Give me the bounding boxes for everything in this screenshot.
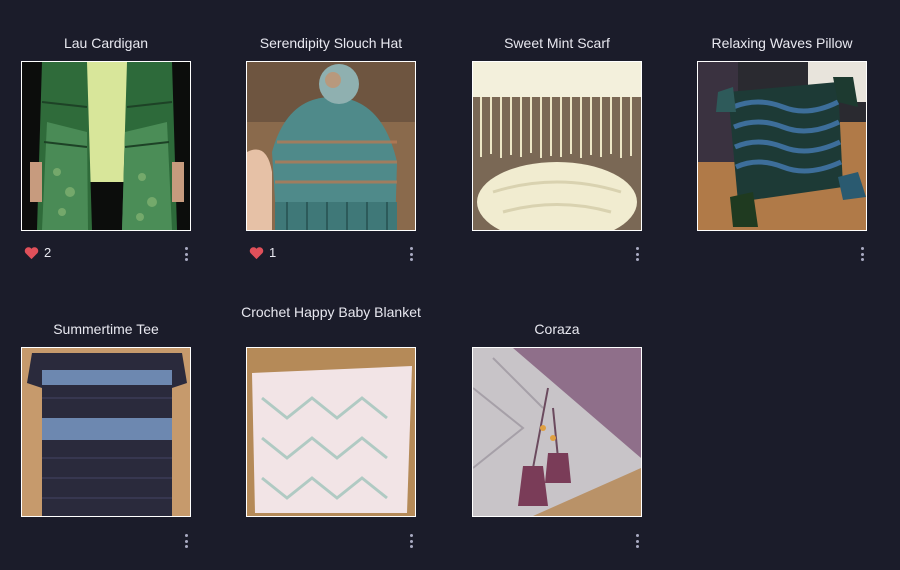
like-count: 1 (269, 245, 277, 260)
project-photo[interactable] (21, 347, 191, 517)
cardigan-image (22, 62, 190, 230)
project-title[interactable]: Relaxing Waves Pillow (677, 35, 887, 52)
project-title[interactable]: Summertime Tee (1, 321, 211, 338)
like-button[interactable]: 2 (24, 245, 51, 260)
more-vertical-icon[interactable] (406, 534, 416, 548)
project-photo[interactable] (246, 61, 416, 231)
more-vertical-icon[interactable] (406, 247, 416, 261)
more-vertical-icon[interactable] (181, 247, 191, 261)
heart-icon (249, 246, 264, 259)
hat-image (247, 62, 415, 230)
shawl-image (473, 348, 641, 516)
like-button[interactable]: 1 (249, 245, 276, 260)
project-title[interactable]: Sweet Mint Scarf (452, 35, 662, 52)
more-vertical-icon[interactable] (632, 534, 642, 548)
more-vertical-icon[interactable] (632, 247, 642, 261)
project-title[interactable]: Serendipity Slouch Hat (226, 35, 436, 52)
heart-icon (24, 246, 39, 259)
pillow-image (698, 62, 866, 230)
project-photo[interactable] (472, 347, 642, 517)
project-title[interactable]: Coraza (452, 321, 662, 338)
project-grid: Lau Cardigan 2 Serendipity Slouch Hat 1 … (0, 0, 900, 570)
blanket-image (247, 348, 415, 516)
project-title[interactable]: Lau Cardigan (1, 35, 211, 52)
more-vertical-icon[interactable] (857, 247, 867, 261)
project-photo[interactable] (697, 61, 867, 231)
project-title[interactable]: Crochet Happy Baby Blanket (226, 304, 436, 321)
like-count: 2 (44, 245, 52, 260)
project-photo[interactable] (21, 61, 191, 231)
more-vertical-icon[interactable] (181, 534, 191, 548)
project-photo[interactable] (472, 61, 642, 231)
tee-image (22, 348, 190, 516)
scarf-image (473, 62, 641, 230)
project-photo[interactable] (246, 347, 416, 517)
